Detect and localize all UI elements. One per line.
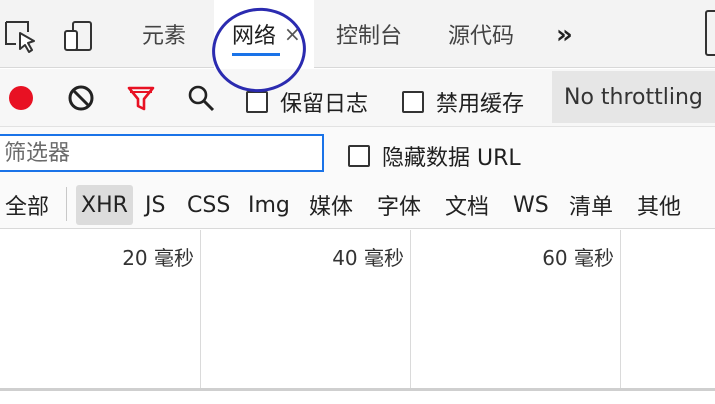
network-toolbar: 保留日志 禁用缓存 No throttling bbox=[0, 69, 715, 127]
hide-data-url-checkbox[interactable]: 隐藏数据 URL bbox=[348, 140, 521, 172]
type-filter-label: XHR bbox=[81, 192, 128, 218]
clear-icon[interactable] bbox=[64, 81, 98, 115]
type-filter-label: 媒体 bbox=[309, 195, 354, 220]
type-filter-label: WS bbox=[513, 192, 549, 218]
tab-network[interactable]: 网络 × bbox=[214, 0, 314, 68]
tab-label: 网络 bbox=[232, 24, 277, 49]
more-tabs-chevron-icon[interactable]: » bbox=[556, 20, 573, 50]
throttling-value: No throttling bbox=[564, 84, 703, 110]
dock-side-icon[interactable] bbox=[705, 10, 715, 56]
tab-console[interactable]: 控制台 bbox=[328, 0, 410, 68]
preserve-log-checkbox[interactable]: 保留日志 bbox=[246, 86, 368, 118]
hide-data-url-label: 隐藏数据 URL bbox=[382, 146, 521, 171]
type-filter-manifest[interactable]: 清单 bbox=[564, 185, 618, 225]
timeline-gridline bbox=[620, 230, 621, 388]
type-filter-label: 清单 bbox=[569, 195, 614, 220]
filter-row: 隐藏数据 URL bbox=[0, 127, 715, 181]
devtools-tab-bar: 元素 网络 × 控制台 源代码 » bbox=[0, 0, 715, 68]
device-toolbar-icon[interactable] bbox=[60, 18, 96, 54]
tab-label: 源代码 bbox=[448, 24, 515, 49]
type-separator bbox=[66, 187, 67, 221]
type-filter-font[interactable]: 字体 bbox=[372, 185, 426, 225]
timeline-gridline bbox=[200, 230, 201, 388]
inspect-element-icon[interactable] bbox=[2, 18, 38, 54]
disable-cache-checkbox[interactable]: 禁用缓存 bbox=[402, 86, 524, 118]
type-filter-label: CSS bbox=[187, 192, 231, 218]
timeline-tick-label: 40 毫秒 bbox=[332, 246, 404, 270]
checkbox-box[interactable] bbox=[402, 91, 424, 113]
tab-elements[interactable]: 元素 bbox=[134, 0, 194, 68]
type-filter-label: Img bbox=[248, 192, 290, 218]
timeline-tick-label: 60 毫秒 bbox=[542, 246, 614, 270]
filter-input[interactable] bbox=[0, 134, 324, 172]
tab-sources[interactable]: 源代码 bbox=[440, 0, 522, 68]
record-icon[interactable] bbox=[4, 81, 38, 115]
type-filter-label: 其他 bbox=[637, 195, 682, 220]
close-tab-icon[interactable]: × bbox=[284, 22, 301, 46]
preserve-log-label: 保留日志 bbox=[280, 92, 369, 117]
filter-icon[interactable] bbox=[124, 81, 158, 115]
resource-type-filter-bar: 全部 XHR JS CSS Img 媒体 字体 文档 WS 清单 其他 bbox=[0, 181, 715, 229]
timeline-gridline bbox=[410, 230, 411, 388]
type-filter-doc[interactable]: 文档 bbox=[440, 185, 494, 225]
type-filter-label: JS bbox=[145, 192, 166, 218]
type-filter-label: 字体 bbox=[377, 195, 422, 220]
type-filter-js[interactable]: JS bbox=[140, 185, 170, 225]
type-filter-label: 全部 bbox=[5, 195, 50, 220]
type-filter-media[interactable]: 媒体 bbox=[304, 185, 358, 225]
type-filter-css[interactable]: CSS bbox=[182, 185, 235, 225]
panel-divider bbox=[0, 388, 715, 391]
disable-cache-label: 禁用缓存 bbox=[436, 92, 525, 117]
type-filter-xhr[interactable]: XHR bbox=[76, 185, 133, 225]
type-filter-all[interactable]: 全部 bbox=[0, 185, 54, 225]
network-timeline-overview[interactable]: 20 毫秒 40 毫秒 60 毫秒 bbox=[0, 230, 715, 390]
type-filter-other[interactable]: 其他 bbox=[632, 185, 686, 225]
throttling-select[interactable]: No throttling bbox=[552, 71, 715, 123]
active-tab-indicator bbox=[232, 53, 280, 56]
search-icon[interactable] bbox=[184, 81, 218, 115]
tab-label: 控制台 bbox=[336, 24, 403, 49]
checkbox-box[interactable] bbox=[246, 91, 268, 113]
checkbox-box[interactable] bbox=[348, 145, 370, 167]
type-filter-img[interactable]: Img bbox=[243, 185, 295, 225]
timeline-tick-label: 20 毫秒 bbox=[122, 246, 194, 270]
tab-label: 元素 bbox=[142, 24, 187, 49]
type-filter-label: 文档 bbox=[445, 195, 490, 220]
type-filter-ws[interactable]: WS bbox=[508, 185, 554, 225]
